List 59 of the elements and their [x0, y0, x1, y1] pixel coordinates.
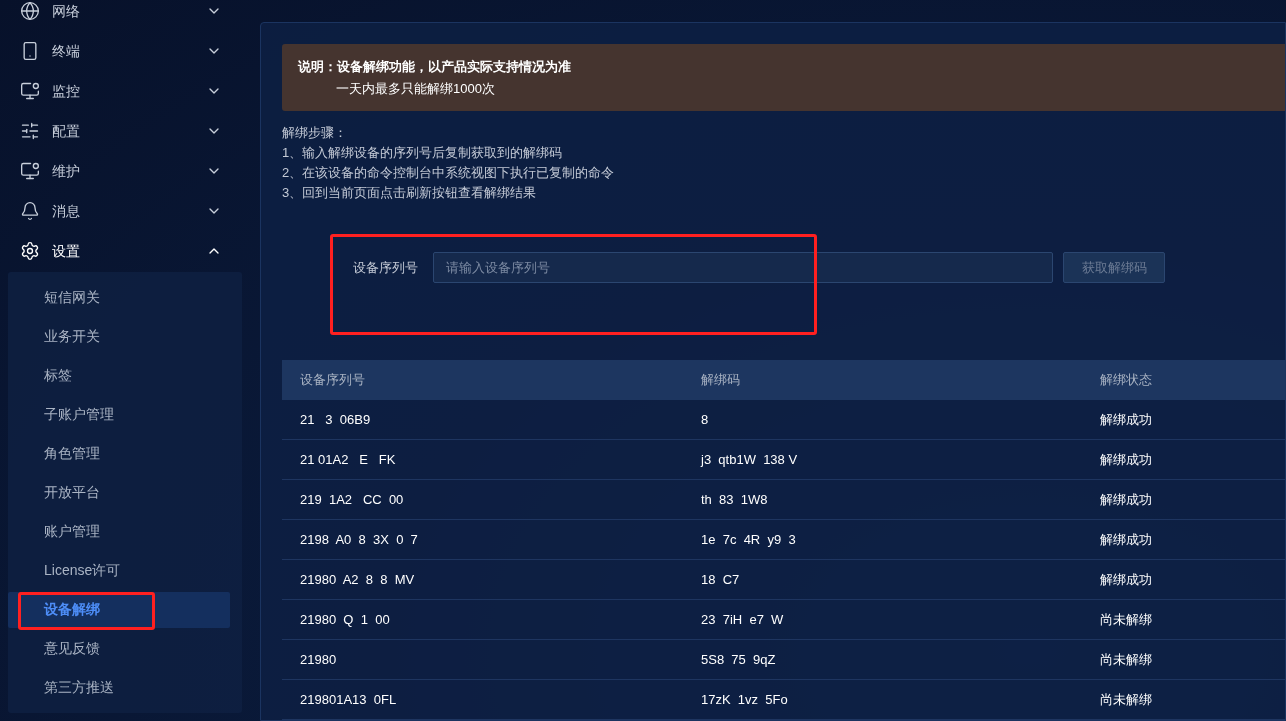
table-cell-text: 23 7iH e7 W — [701, 610, 785, 629]
step-text: 1、输入解绑设备的序列号后复制获取到的解绑码 — [282, 144, 564, 162]
column-header: 设备序列号 — [300, 371, 366, 390]
submenu-item[interactable]: 开放平台 — [8, 474, 230, 511]
table-cell-text: 尚未解绑 — [1100, 690, 1153, 709]
submenu-item[interactable]: 第三方推送 — [8, 669, 230, 706]
column-header: 解绑状态 — [1100, 371, 1153, 390]
table-cell-text: 尚未解绑 — [1100, 610, 1153, 629]
table-cell-text: j3 qtb1W 138 V — [701, 450, 799, 469]
step-text: 解绑步骤： — [282, 124, 348, 142]
table-cell-text: 解绑成功 — [1100, 490, 1153, 509]
table-cell-text: 1e 7c 4R y9 3 — [701, 530, 797, 549]
submenu-item[interactable]: License许可 — [8, 552, 230, 589]
table-cell-text: 219801A13 0FL — [300, 690, 398, 709]
monitor-chart-icon — [20, 161, 40, 181]
serial-number-input[interactable]: 请输入设备序列号 — [433, 252, 1053, 283]
table-cell-text: 解绑成功 — [1100, 530, 1153, 549]
globe-icon — [20, 1, 40, 21]
notice-text: 一天内最多只能解绑1000次 — [335, 80, 496, 98]
table-cell-text: 解绑成功 — [1100, 410, 1153, 429]
table-cell-text: 21 3 06B9 — [300, 410, 372, 429]
table-cell-text: 18 C7 — [701, 570, 741, 589]
sidebar-menu-item[interactable]: 终端 — [0, 31, 250, 71]
table-cell-text: 21980 Q 1 00 — [300, 610, 391, 629]
table-cell-text: th 83 1W8 — [701, 490, 769, 509]
submenu-item[interactable]: 设备解绑 — [8, 591, 230, 628]
field-label: 设备序列号 — [353, 258, 418, 277]
submenu-item[interactable]: 标签 — [8, 357, 230, 394]
submenu-item[interactable]: 短信网关 — [8, 279, 230, 316]
bell-icon — [20, 201, 40, 221]
table-cell-text: 解绑成功 — [1100, 450, 1153, 469]
sidebar-menu-item[interactable]: 网络 — [0, 0, 250, 31]
monitor-chart-icon — [20, 81, 40, 101]
table-cell-text: 21 01A2 E FK — [300, 450, 397, 469]
settings-icon — [20, 241, 40, 261]
table-cell-text: 2198 A0 8 3X 0 7 — [300, 530, 419, 549]
table-cell-text: 21980 — [300, 650, 338, 669]
table-cell-text: 219 1A2 CC 00 — [300, 490, 405, 509]
submenu-item[interactable]: 账户管理 — [8, 513, 230, 550]
submenu-item[interactable]: 业务开关 — [8, 318, 230, 355]
table-cell-text: 尚未解绑 — [1100, 650, 1153, 669]
sidebar-menu-item[interactable]: 维护 — [0, 151, 250, 191]
table-cell-text: 21980 A2 8 8 MV — [300, 570, 416, 589]
submenu-item[interactable]: 子账户管理 — [8, 396, 230, 433]
table-cell-text: 17zK 1vz 5Fo — [701, 690, 789, 709]
table-cell-text: 8 — [701, 410, 710, 429]
table-cell-text: 解绑成功 — [1100, 570, 1153, 589]
sidebar-menu-item[interactable]: 配置 — [0, 111, 250, 151]
sidebar-menu-item[interactable]: 监控 — [0, 71, 250, 111]
step-text: 3、回到当前页面点击刷新按钮查看解绑结果 — [282, 184, 538, 202]
sidebar-menu-item[interactable]: 消息 — [0, 191, 250, 231]
submenu-item[interactable]: 意见反馈 — [8, 630, 230, 667]
submenu-item[interactable]: 角色管理 — [8, 435, 230, 472]
column-header: 解绑码 — [701, 371, 741, 390]
step-text: 2、在该设备的命令控制台中系统视图下执行已复制的命令 — [282, 164, 616, 182]
notice-text: 说明：设备解绑功能，以产品实际支持情况为准 — [298, 57, 572, 76]
sliders-icon — [20, 121, 40, 141]
sidebar-menu-item[interactable]: 设置 — [0, 231, 250, 271]
table-cell-text: 5S8 75 9qZ — [701, 650, 777, 669]
